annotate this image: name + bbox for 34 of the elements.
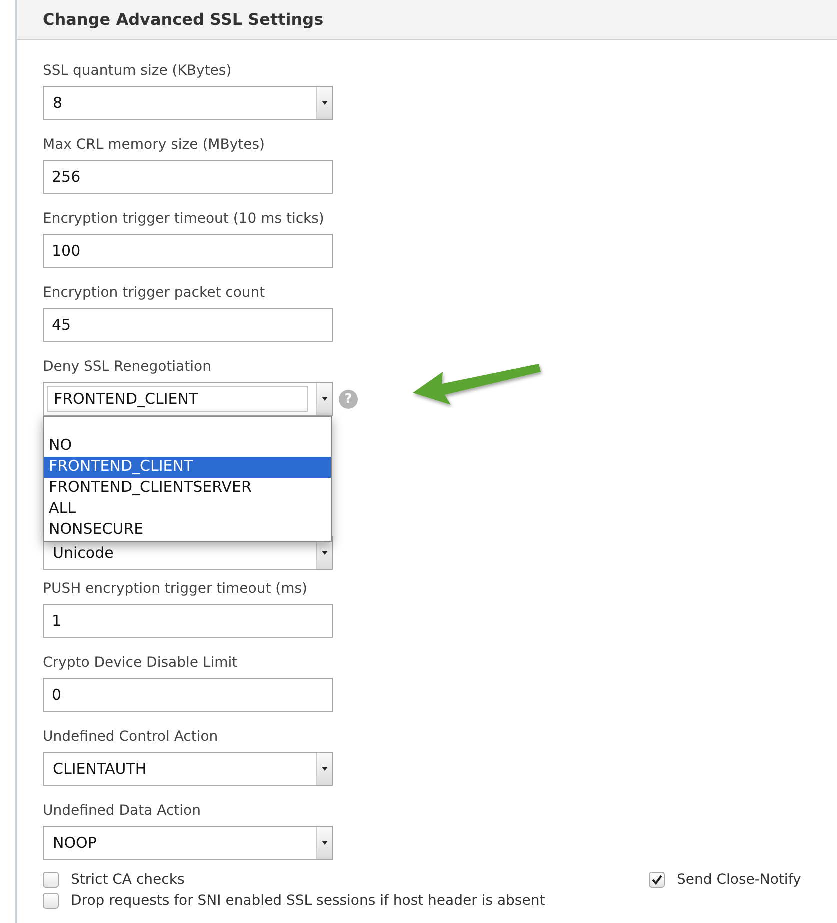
field-label: Undefined Data Action <box>43 802 202 820</box>
text-field[interactable]: 0 <box>43 678 333 712</box>
field-label: Deny SSL Renegotiation <box>43 358 212 376</box>
caret-icon <box>322 551 328 555</box>
dropdown-option[interactable]: ALL <box>44 499 331 520</box>
checkbox[interactable] <box>43 893 59 909</box>
field-label: Encryption trigger packet count <box>43 284 266 302</box>
field-label: Encryption trigger timeout (10 ms ticks) <box>43 210 326 228</box>
select-box[interactable]: NOOP <box>43 826 333 860</box>
dropdown-option[interactable]: NO <box>44 436 331 457</box>
field-label: Undefined Control Action <box>43 728 220 746</box>
caret-icon <box>322 397 328 401</box>
checkbox[interactable] <box>43 872 59 888</box>
checkbox-label: Strict CA checks <box>71 872 185 888</box>
text-field[interactable]: 100 <box>43 234 333 268</box>
checkbox-label: Send Close-Notify <box>677 872 802 888</box>
caret-icon <box>322 767 328 771</box>
field-label: PUSH encryption trigger timeout (ms) <box>43 580 309 598</box>
checkbox-label: Drop requests for SNI enabled SSL sessions if host header is absent <box>71 893 546 909</box>
text-field[interactable]: 1 <box>43 604 333 638</box>
select-box[interactable]: 8 <box>43 86 333 120</box>
select-box[interactable]: CLIENTAUTH <box>43 752 333 786</box>
panel-title: Change Advanced SSL Settings <box>17 0 837 40</box>
field-label: SSL quantum size (KBytes) <box>43 62 233 80</box>
field-label: Crypto Device Disable Limit <box>43 654 239 672</box>
text-field[interactable]: 256 <box>43 160 333 194</box>
combo-box[interactable]: FRONTEND_CLIENT <box>43 382 333 416</box>
dropdown-option[interactable]: FRONTEND_CLIENT <box>44 457 331 478</box>
caret-icon <box>322 101 328 105</box>
dropdown-option[interactable]: FRONTEND_CLIENTSERVER <box>44 478 331 499</box>
field-label: Max CRL memory size (MBytes) <box>43 136 266 154</box>
text-field[interactable]: 45 <box>43 308 333 342</box>
checkbox[interactable] <box>649 872 665 888</box>
caret-icon <box>322 841 328 845</box>
